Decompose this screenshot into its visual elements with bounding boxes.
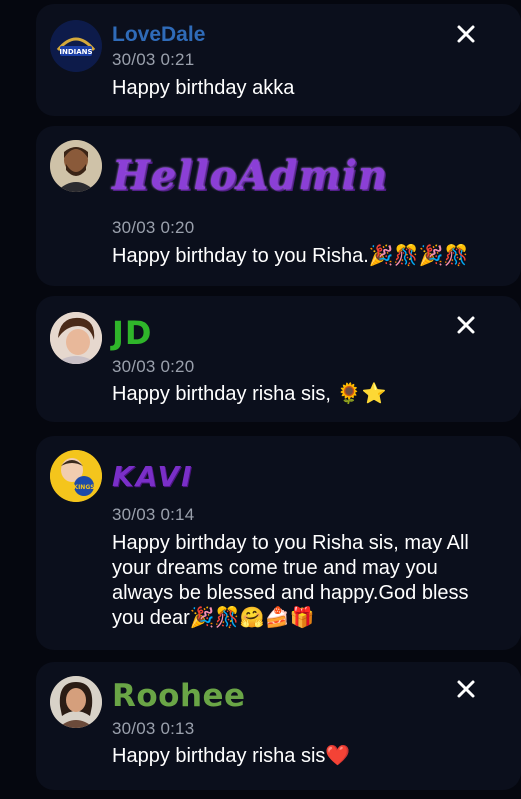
- close-icon: [457, 316, 475, 334]
- close-icon: [457, 25, 475, 43]
- avatar[interactable]: [50, 312, 102, 364]
- avatar[interactable]: KINGS: [50, 450, 102, 502]
- username[interactable]: JD: [112, 314, 152, 352]
- timestamp: 30/03 0:20: [112, 357, 195, 376]
- avatar[interactable]: [50, 140, 102, 192]
- svg-text:KINGS: KINGS: [73, 484, 94, 491]
- close-icon: [457, 680, 475, 698]
- comment-card: Roohee 30/03 0:13 Happy birthday risha s…: [36, 662, 521, 790]
- avatar[interactable]: [50, 676, 102, 728]
- timestamp: 30/03 0:20: [112, 218, 195, 237]
- message-text: Happy birthday risha sis❤️: [112, 745, 351, 767]
- timestamp: 30/03 0:14: [112, 505, 195, 524]
- avatar[interactable]: INDIANS: [50, 20, 102, 72]
- username[interactable]: Roohee: [112, 678, 246, 714]
- username[interactable]: KAVI: [112, 460, 194, 493]
- super-kings-photo-icon: KINGS: [50, 450, 102, 502]
- svg-text:INDIANS: INDIANS: [59, 48, 92, 56]
- user-photo-icon: [50, 140, 102, 192]
- mumbai-indians-logo-icon: INDIANS: [50, 20, 102, 72]
- username[interactable]: HelloAdmin: [112, 152, 388, 199]
- user-photo-icon: [50, 312, 102, 364]
- comment-feed: INDIANS LoveDale 30/03 0:21 Happy birthd…: [0, 0, 521, 799]
- message-text: Happy birthday risha sis, 🌻⭐: [112, 383, 387, 405]
- comment-card: HelloAdmin 30/03 0:20 Happy birthday to …: [36, 126, 521, 286]
- username[interactable]: LoveDale: [112, 23, 205, 47]
- timestamp: 30/03 0:13: [112, 719, 195, 738]
- message-text: Happy birthday akka: [112, 77, 295, 99]
- close-button[interactable]: [455, 314, 477, 336]
- message-text: Happy birthday to you Risha.🎉🎊🎉🎊: [112, 245, 469, 267]
- message-text: Happy birthday to you Risha sis, may All…: [112, 532, 469, 629]
- close-button[interactable]: [455, 678, 477, 700]
- close-button[interactable]: [455, 23, 477, 45]
- comment-card: KINGS KAVI 30/03 0:14 Happy birthday to …: [36, 436, 521, 650]
- comment-card: JD 30/03 0:20 Happy birthday risha sis, …: [36, 296, 521, 422]
- user-photo-icon: [50, 676, 102, 728]
- timestamp: 30/03 0:21: [112, 50, 195, 69]
- comment-card: INDIANS LoveDale 30/03 0:21 Happy birthd…: [36, 4, 521, 116]
